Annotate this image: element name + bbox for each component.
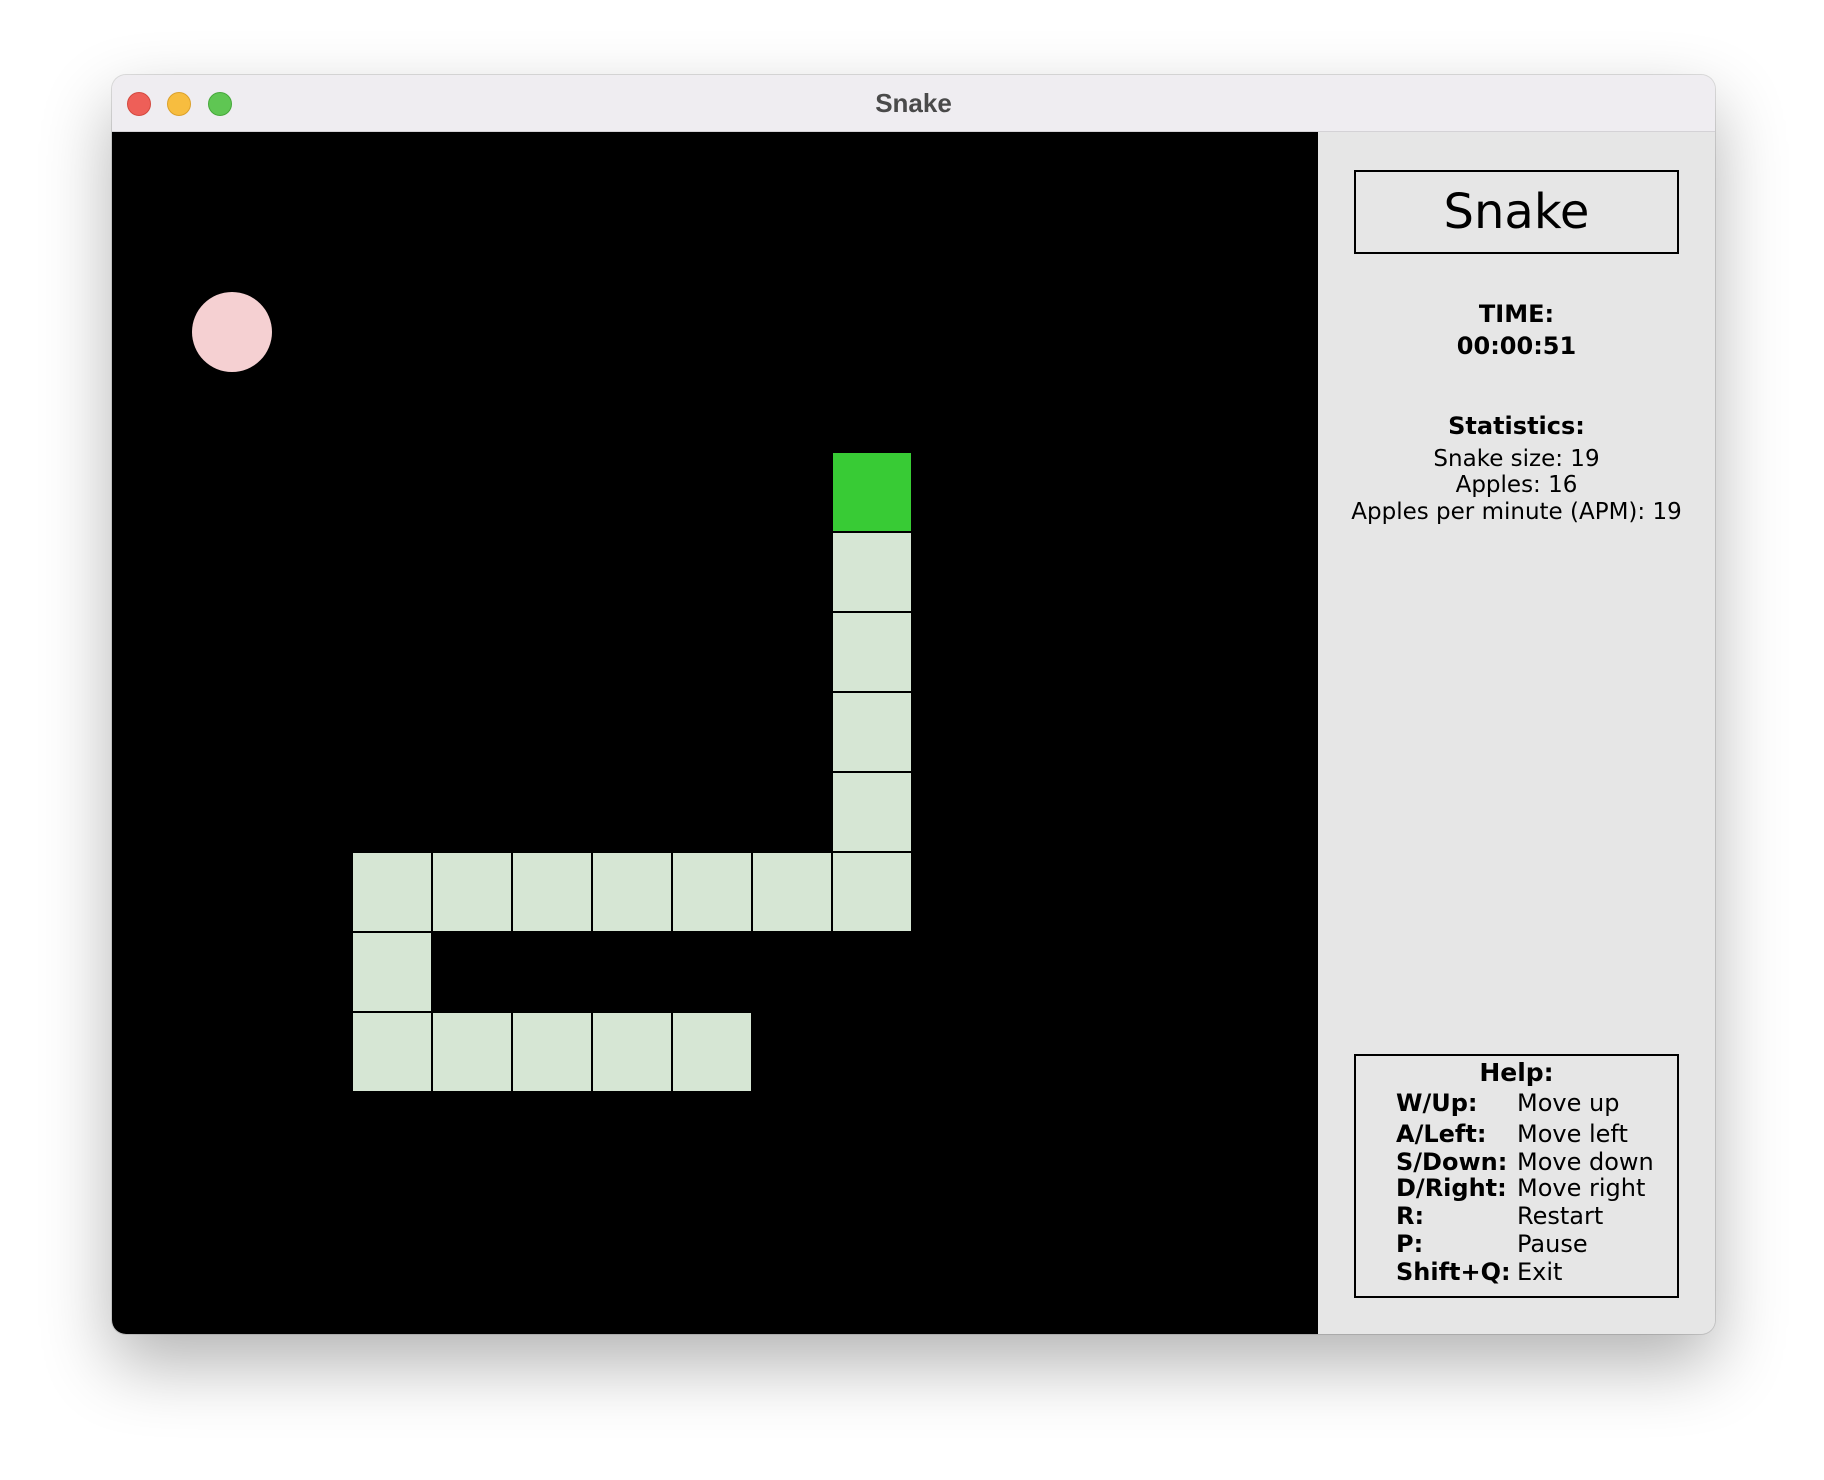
apples-stat: Apples: 16 (1455, 472, 1578, 498)
help-box: Help: W/Up: Move up A/Left: Move left S/… (1354, 1054, 1679, 1298)
title-bar: Snake (112, 75, 1715, 132)
game-title: Snake (1354, 170, 1679, 254)
statistics-heading: Statistics: (1448, 412, 1585, 440)
help-key: D/Right: (1396, 1174, 1507, 1202)
snake-segment (432, 852, 512, 932)
help-desc: Move left (1517, 1120, 1628, 1148)
snake-segment (592, 1012, 672, 1092)
snake-segment (592, 852, 672, 932)
window-title: Snake (875, 88, 952, 118)
help-key: Shift+Q: (1396, 1258, 1511, 1286)
game-window: Snake Snake TIME: 00:00:51 Statistics: S… (112, 75, 1715, 1334)
snake-segment (352, 932, 432, 1012)
help-key: S/Down: (1396, 1148, 1508, 1176)
help-desc: Pause (1517, 1230, 1588, 1258)
help-key: P: (1396, 1230, 1424, 1258)
help-desc: Move up (1517, 1089, 1620, 1117)
help-key: W/Up: (1396, 1089, 1478, 1117)
snake-segment (832, 532, 912, 612)
time-value: 00:00:51 (1456, 332, 1577, 360)
snake-segment (512, 852, 592, 932)
snake-segment (832, 852, 912, 932)
time-label: TIME: (1478, 300, 1555, 328)
help-key: R: (1396, 1202, 1425, 1230)
snake-segment (832, 692, 912, 772)
help-desc: Move down (1517, 1148, 1654, 1176)
help-key: A/Left: (1396, 1120, 1487, 1148)
snake-segment (512, 1012, 592, 1092)
snake-segment (752, 852, 832, 932)
snake-segment (832, 612, 912, 692)
game-board[interactable] (112, 132, 1318, 1334)
sidebar: Snake TIME: 00:00:51 Statistics: Snake s… (1318, 132, 1715, 1334)
snake-segment (672, 1012, 752, 1092)
snake-segment (352, 852, 432, 932)
snake-segment (352, 1012, 432, 1092)
snake-segment (432, 1012, 512, 1092)
snake-head (832, 452, 912, 532)
snake-size-stat: Snake size: 19 (1433, 446, 1600, 472)
help-desc: Restart (1517, 1202, 1604, 1230)
snake-segment (672, 852, 752, 932)
help-desc: Exit (1517, 1258, 1563, 1286)
snake-segment (832, 772, 912, 852)
apple (192, 292, 272, 372)
help-heading: Help: (1479, 1058, 1554, 1087)
apm-stat: Apples per minute (APM): 19 (1351, 499, 1682, 525)
help-desc: Move right (1517, 1174, 1646, 1202)
